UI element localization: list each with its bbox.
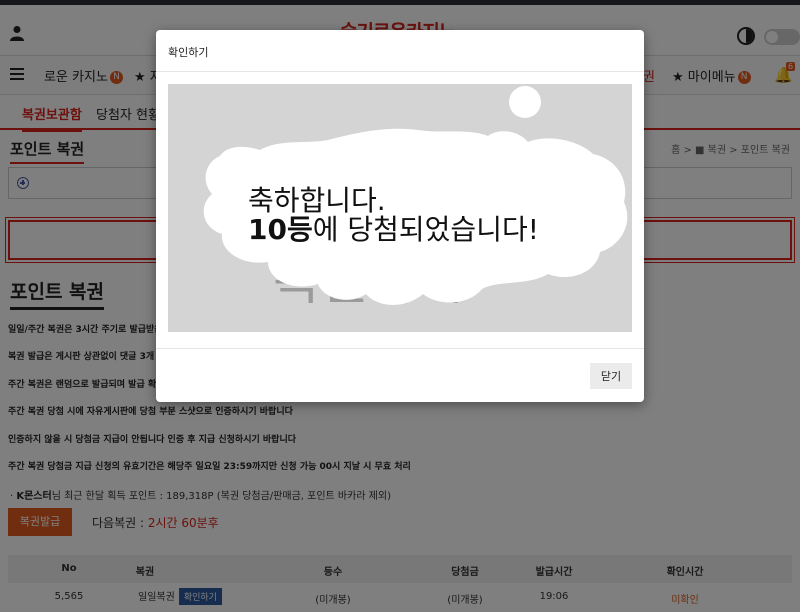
modal-header: 확인하기 xyxy=(156,30,644,72)
scratch-card[interactable]: 복권하기 축하합니다. 10등에 당첨되었습니다! xyxy=(168,84,632,332)
modal-title: 확인하기 xyxy=(168,46,209,59)
confirm-modal: 확인하기 복권하기 축하합니다. 10등에 당첨되었습니다! 닫기 xyxy=(156,30,644,402)
prize-rank-line: 10등에 당첨되었습니다! xyxy=(248,213,539,246)
modal-footer: 닫기 xyxy=(156,348,644,402)
close-button[interactable]: 닫기 xyxy=(590,363,632,389)
